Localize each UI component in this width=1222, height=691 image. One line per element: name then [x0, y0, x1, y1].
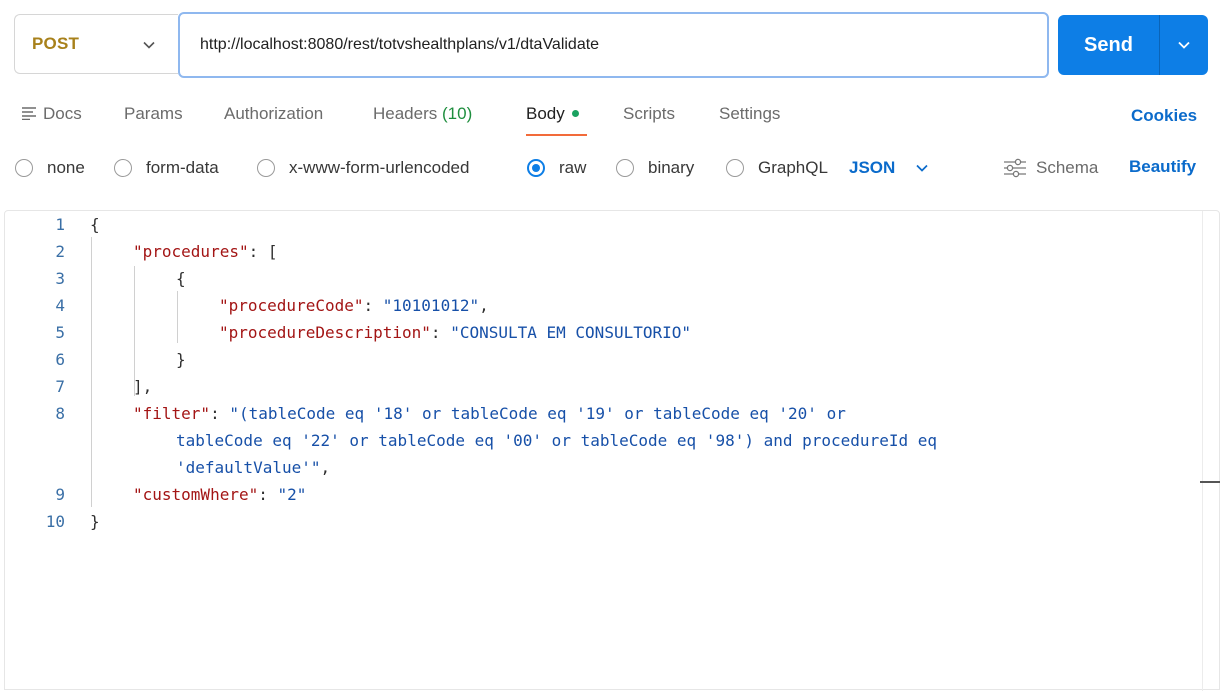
format-select[interactable]: JSON	[849, 155, 929, 181]
url-field[interactable]	[178, 12, 1049, 78]
line-number: 8	[55, 404, 65, 423]
send-button[interactable]: Send	[1058, 15, 1208, 75]
radio-form-data[interactable]	[114, 159, 132, 177]
radio-binary[interactable]	[616, 159, 634, 177]
indent-guide	[91, 237, 92, 507]
radio-raw[interactable]	[527, 159, 545, 177]
tab-body-label: Body	[526, 104, 565, 123]
body-type-raw[interactable]: raw	[527, 155, 586, 181]
method-select[interactable]: POST	[14, 14, 178, 74]
tab-settings[interactable]: Settings	[719, 104, 780, 124]
headers-count-badge: (10)	[442, 104, 473, 123]
line-number: 9	[55, 485, 65, 504]
code-line: {	[90, 215, 100, 234]
code-line: }	[90, 512, 100, 531]
editor-scrollbar-track[interactable]	[1202, 211, 1203, 691]
chevron-down-icon	[1178, 41, 1190, 49]
tab-docs-label: Docs	[43, 104, 82, 123]
radio-urlencoded[interactable]	[257, 159, 275, 177]
method-label: POST	[32, 34, 80, 53]
active-tab-underline	[526, 134, 587, 136]
body-indicator-dot	[571, 110, 579, 117]
tab-authorization[interactable]: Authorization	[224, 104, 323, 124]
body-type-binary[interactable]: binary	[616, 155, 694, 181]
send-options-button[interactable]	[1160, 15, 1208, 75]
code-line: "customWhere": "2"	[133, 485, 307, 504]
line-number: 5	[55, 323, 65, 342]
body-type-urlencoded[interactable]: x-www-form-urlencoded	[257, 155, 469, 181]
code-line: ],	[133, 377, 153, 396]
sliders-icon	[1004, 158, 1026, 178]
line-number: 1	[55, 215, 65, 234]
code-editor[interactable]: 1 2 3 4 5 6 7 8 9 10 { "procedures": [ {…	[4, 210, 1220, 691]
code-line-wrapped: 'defaultValue'",	[176, 458, 331, 477]
line-number: 3	[55, 269, 65, 288]
tab-scripts[interactable]: Scripts	[623, 104, 675, 124]
radio-none-label: none	[47, 158, 85, 177]
radio-graphql-label: GraphQL	[758, 158, 828, 177]
body-type-graphql[interactable]: GraphQL	[726, 155, 828, 181]
body-type-none[interactable]: none	[15, 155, 85, 181]
request-tabs: Docs Params Authorization Headers (10) B…	[0, 98, 1222, 138]
tab-params-label: Params	[124, 104, 183, 123]
beautify-button[interactable]: Beautify	[1129, 157, 1196, 177]
radio-form-data-label: form-data	[146, 158, 219, 177]
chevron-down-icon	[143, 41, 155, 49]
radio-raw-label: raw	[559, 158, 587, 177]
radio-graphql[interactable]	[726, 159, 744, 177]
body-type-form-data[interactable]: form-data	[114, 155, 219, 181]
cookies-link[interactable]: Cookies	[1131, 106, 1197, 126]
tab-params[interactable]: Params	[124, 104, 183, 124]
tab-settings-label: Settings	[719, 104, 781, 123]
schema-label: Schema	[1036, 158, 1099, 177]
editor-scrollbar-thumb[interactable]	[1200, 481, 1220, 483]
line-number: 6	[55, 350, 65, 369]
tab-headers-label: Headers	[373, 104, 438, 123]
indent-guide	[177, 291, 178, 343]
code-line: "procedures": [	[133, 242, 278, 261]
line-number: 4	[55, 296, 65, 315]
radio-binary-label: binary	[648, 158, 695, 177]
tab-docs[interactable]: Docs	[21, 104, 82, 124]
line-number: 7	[55, 377, 65, 396]
tab-body[interactable]: Body	[526, 104, 579, 124]
tab-scripts-label: Scripts	[623, 104, 675, 123]
code-line: "procedureCode": "10101012",	[219, 296, 489, 315]
send-button-label[interactable]: Send	[1058, 15, 1159, 75]
code-line: "procedureDescription": "CONSULTA EM CON…	[219, 323, 692, 342]
format-label: JSON	[849, 158, 896, 177]
chevron-down-icon	[916, 164, 928, 172]
docs-icon	[22, 107, 36, 121]
code-line: }	[176, 350, 186, 369]
radio-none[interactable]	[15, 159, 33, 177]
code-line: "filter": "(tableCode eq '18' or tableCo…	[133, 404, 846, 423]
radio-urlencoded-label: x-www-form-urlencoded	[289, 158, 470, 177]
schema-button[interactable]: Schema	[1003, 155, 1098, 181]
tab-headers[interactable]: Headers (10)	[373, 104, 472, 124]
line-number: 2	[55, 242, 65, 261]
url-input[interactable]	[200, 36, 1047, 54]
tab-authorization-label: Authorization	[224, 104, 324, 123]
line-number: 10	[45, 512, 65, 531]
code-line: {	[176, 269, 186, 288]
code-line-wrapped: tableCode eq '22' or tableCode eq '00' o…	[176, 431, 937, 450]
